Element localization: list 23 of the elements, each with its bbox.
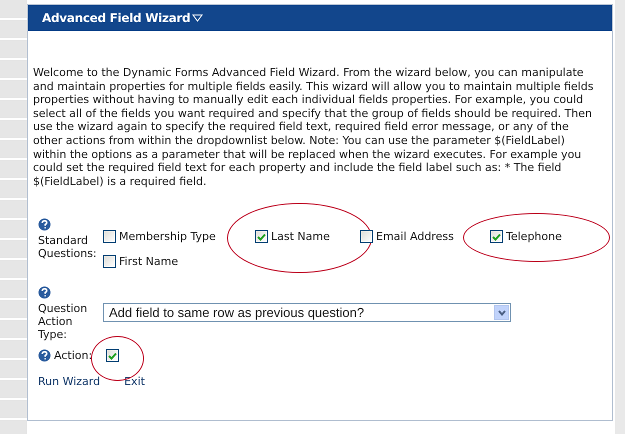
field-label: Standard Questions: (38, 234, 98, 260)
wizard-link[interactable]: Run Wizard (38, 375, 100, 388)
help-icon[interactable] (38, 218, 51, 232)
intro-text: Welcome to the Dynamic Forms Advanced Field Wizard. From the wizard below, you can manipulate and maintain properties for multiple fields easily. This wizard will allow you to maintain multiple fields properties without having to manually edit each individual fields properties. For example, you could select all of the fields you want required and specify that the group of fields should be required. Then use the wizard again to specify the required field text, required field error message, or any of the other actions from within the dropdownlist below. Note: You can use the parameter $(FieldLabel) within the options as a parameter that will be replaced when the wizard executes. For example you could set the required field text for each property and include the field label such as: * The field $(FieldLabel) is a required field. (33, 66, 594, 188)
checkbox[interactable] (360, 230, 373, 244)
option-label[interactable]: First Name (119, 255, 178, 268)
option-label[interactable]: Last Name (271, 230, 330, 244)
option-label[interactable]: Membership Type (119, 230, 216, 244)
help-icon[interactable] (38, 286, 51, 300)
collapse-icon[interactable] (192, 14, 204, 22)
option-label[interactable]: Email Address (376, 230, 454, 244)
field-label: Question Action Type: (38, 302, 88, 342)
panel-title: Advanced Field Wizard (42, 11, 190, 25)
wizard-link[interactable]: Exit (124, 375, 145, 388)
action-type-select[interactable]: Add field to same row as previous question? (103, 303, 511, 322)
checkbox[interactable] (490, 230, 503, 244)
checkbox[interactable] (103, 230, 116, 244)
help-icon[interactable] (38, 349, 51, 362)
field-label: Action: (54, 349, 92, 362)
option-label[interactable]: Telephone (506, 230, 562, 244)
checkbox[interactable] (103, 255, 116, 268)
checkbox[interactable] (255, 230, 268, 244)
checkbox[interactable] (106, 349, 120, 362)
